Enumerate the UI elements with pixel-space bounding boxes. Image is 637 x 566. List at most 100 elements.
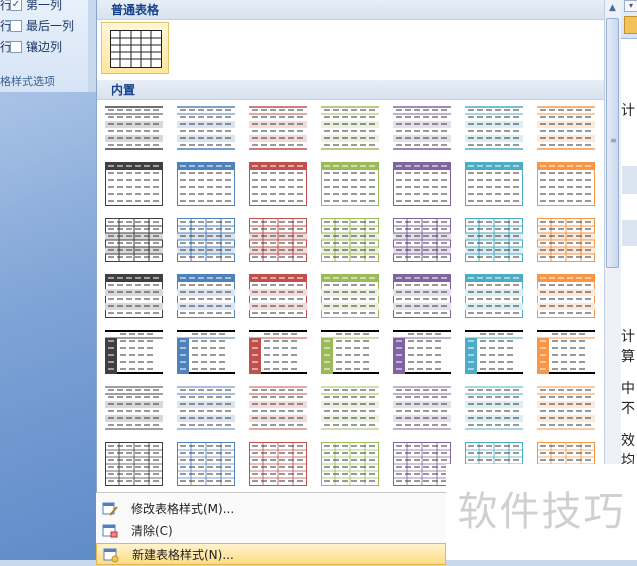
plain-table-style[interactable] [101, 22, 169, 74]
table-style-first-col[interactable] [177, 330, 235, 374]
table-preview-icon [321, 162, 379, 206]
table-preview-icon [105, 274, 163, 318]
table-style-grid[interactable] [537, 218, 595, 262]
table-style-light-grid[interactable] [393, 442, 451, 486]
table-preview-icon [321, 274, 379, 318]
checkbox-checked-icon[interactable]: ✓ [10, 0, 22, 11]
table-style-first-col[interactable] [249, 330, 307, 374]
table-style-grid[interactable] [177, 218, 235, 262]
table-preview-icon [465, 162, 523, 206]
table-preview-icon [537, 386, 595, 430]
option-banded-columns[interactable]: 行镶边列 [0, 38, 62, 56]
table-preview-icon [105, 386, 163, 430]
table-preview-icon [537, 106, 595, 150]
table-style-light-shaded[interactable] [465, 386, 523, 430]
table-style-header[interactable] [321, 162, 379, 206]
table-style-banded[interactable] [105, 274, 163, 318]
table-style-first-col[interactable] [537, 330, 595, 374]
table-style-light-shaded[interactable] [537, 386, 595, 430]
document-background [0, 92, 96, 560]
plain-grid-icon [110, 30, 162, 68]
table-preview-icon [537, 218, 595, 262]
table-preview-icon [249, 218, 307, 262]
table-style-header[interactable] [537, 162, 595, 206]
table-preview-icon [465, 386, 523, 430]
table-style-light-lines[interactable] [321, 106, 379, 150]
table-preview-icon [249, 386, 307, 430]
table-style-banded[interactable] [177, 274, 235, 318]
table-preview-icon [465, 106, 523, 150]
option-first-column[interactable]: 行✓ 第一列 [0, 0, 62, 14]
table-style-light-shaded[interactable] [393, 386, 451, 430]
table-preview-icon [321, 442, 379, 486]
table-style-first-col[interactable] [321, 330, 379, 374]
scroll-up-arrow-icon[interactable]: ▲ [606, 0, 619, 16]
table-preview-icon [177, 218, 235, 262]
table-style-first-col[interactable] [393, 330, 451, 374]
table-style-light-shaded[interactable] [321, 386, 379, 430]
table-style-light-shaded[interactable] [249, 386, 307, 430]
table-preview-icon [177, 274, 235, 318]
dropdown-arrow-icon[interactable]: ▾ [624, 0, 637, 12]
table-style-header[interactable] [393, 162, 451, 206]
table-preview-icon [249, 330, 307, 374]
table-style-light-lines[interactable] [537, 106, 595, 150]
table-preview-icon [249, 442, 307, 486]
section-built-in: 内置 [97, 80, 605, 100]
table-style-grid[interactable] [321, 218, 379, 262]
table-preview-icon [249, 106, 307, 150]
table-preview-icon [537, 162, 595, 206]
scroll-thumb[interactable]: ≡ [606, 18, 619, 268]
table-style-first-col[interactable] [105, 330, 163, 374]
table-preview-icon [105, 442, 163, 486]
table-style-light-lines[interactable] [249, 106, 307, 150]
table-style-banded[interactable] [393, 274, 451, 318]
table-style-light-lines[interactable] [105, 106, 163, 150]
table-preview-icon [177, 106, 235, 150]
table-style-header[interactable] [105, 162, 163, 206]
table-preview-icon [393, 330, 451, 374]
table-style-banded[interactable] [465, 274, 523, 318]
table-style-grid[interactable] [105, 218, 163, 262]
table-style-header[interactable] [249, 162, 307, 206]
table-preview-icon [465, 274, 523, 318]
table-style-light-lines[interactable] [177, 106, 235, 150]
table-style-banded[interactable] [321, 274, 379, 318]
menu-item-clear[interactable]: 清除(C) [96, 520, 446, 542]
table-style-light-grid[interactable] [177, 442, 235, 486]
doc-text-fragment: 计 [621, 103, 635, 119]
table-style-header[interactable] [177, 162, 235, 206]
checkbox-icon[interactable] [10, 19, 22, 32]
table-preview-icon [321, 218, 379, 262]
table-style-light-grid[interactable] [105, 442, 163, 486]
checkbox-icon[interactable] [10, 40, 22, 53]
table-style-grid[interactable] [249, 218, 307, 262]
modify-style-icon [102, 502, 118, 516]
menu-item-modify-style[interactable]: 修改表格样式(M)... [96, 498, 446, 520]
table-style-light-grid[interactable] [321, 442, 379, 486]
table-style-light-shaded[interactable] [105, 386, 163, 430]
section-plain-tables: 普通表格 [97, 0, 605, 20]
gallery-scrollbar[interactable]: ▲ ≡ [604, 0, 621, 466]
table-style-first-col[interactable] [465, 330, 523, 374]
table-style-grid[interactable] [393, 218, 451, 262]
table-style-grid[interactable] [465, 218, 523, 262]
table-style-light-grid[interactable] [249, 442, 307, 486]
table-preview-icon [249, 274, 307, 318]
table-preview-icon [105, 162, 163, 206]
table-style-banded[interactable] [249, 274, 307, 318]
table-preview-icon [537, 274, 595, 318]
menu-item-new-style[interactable]: 新建表格样式(N)... [96, 543, 446, 565]
table-style-light-lines[interactable] [393, 106, 451, 150]
table-style-banded[interactable] [537, 274, 595, 318]
doc-table-band [622, 220, 637, 246]
style-button[interactable] [624, 16, 637, 34]
table-style-header[interactable] [465, 162, 523, 206]
doc-text-fragment: 中不 [621, 381, 635, 417]
table-style-light-lines[interactable] [465, 106, 523, 150]
option-last-column[interactable]: 行最后一列 [0, 17, 74, 35]
clear-style-icon [102, 524, 118, 538]
gallery-menu: 修改表格样式(M)... 清除(C) 新建表格样式(N)... [96, 492, 446, 565]
new-style-icon [103, 548, 119, 563]
table-style-light-shaded[interactable] [177, 386, 235, 430]
